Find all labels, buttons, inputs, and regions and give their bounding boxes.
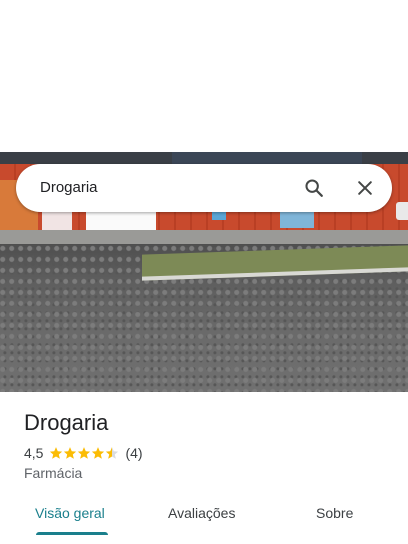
- place-category: Farmácia: [24, 465, 83, 481]
- rating-row[interactable]: 4,5 (4): [24, 444, 143, 462]
- search-bar[interactable]: Drogaria: [16, 164, 392, 212]
- star-icon: [50, 447, 63, 459]
- rating-stars: [49, 446, 119, 460]
- star-half-icon: [106, 447, 119, 459]
- search-query[interactable]: Drogaria: [40, 179, 98, 196]
- close-icon[interactable]: [353, 176, 377, 200]
- tab-overview[interactable]: Visão geral: [35, 505, 105, 521]
- tab-about[interactable]: Sobre: [316, 505, 353, 521]
- star-icon: [64, 447, 77, 459]
- rating-value: 4,5: [24, 445, 44, 461]
- photo-roof: [172, 152, 362, 164]
- tab-reviews[interactable]: Avaliações: [168, 505, 235, 521]
- review-count[interactable]: (4): [125, 445, 142, 461]
- tab-bar: Visão geral Avaliações Sobre: [0, 498, 408, 544]
- star-icon: [78, 447, 91, 459]
- active-tab-indicator: [36, 532, 108, 535]
- search-icon[interactable]: [302, 176, 326, 200]
- photo-car: [396, 202, 408, 220]
- star-icon: [92, 447, 105, 459]
- photo-sidewalk: [0, 230, 408, 244]
- place-title: Drogaria: [24, 410, 109, 435]
